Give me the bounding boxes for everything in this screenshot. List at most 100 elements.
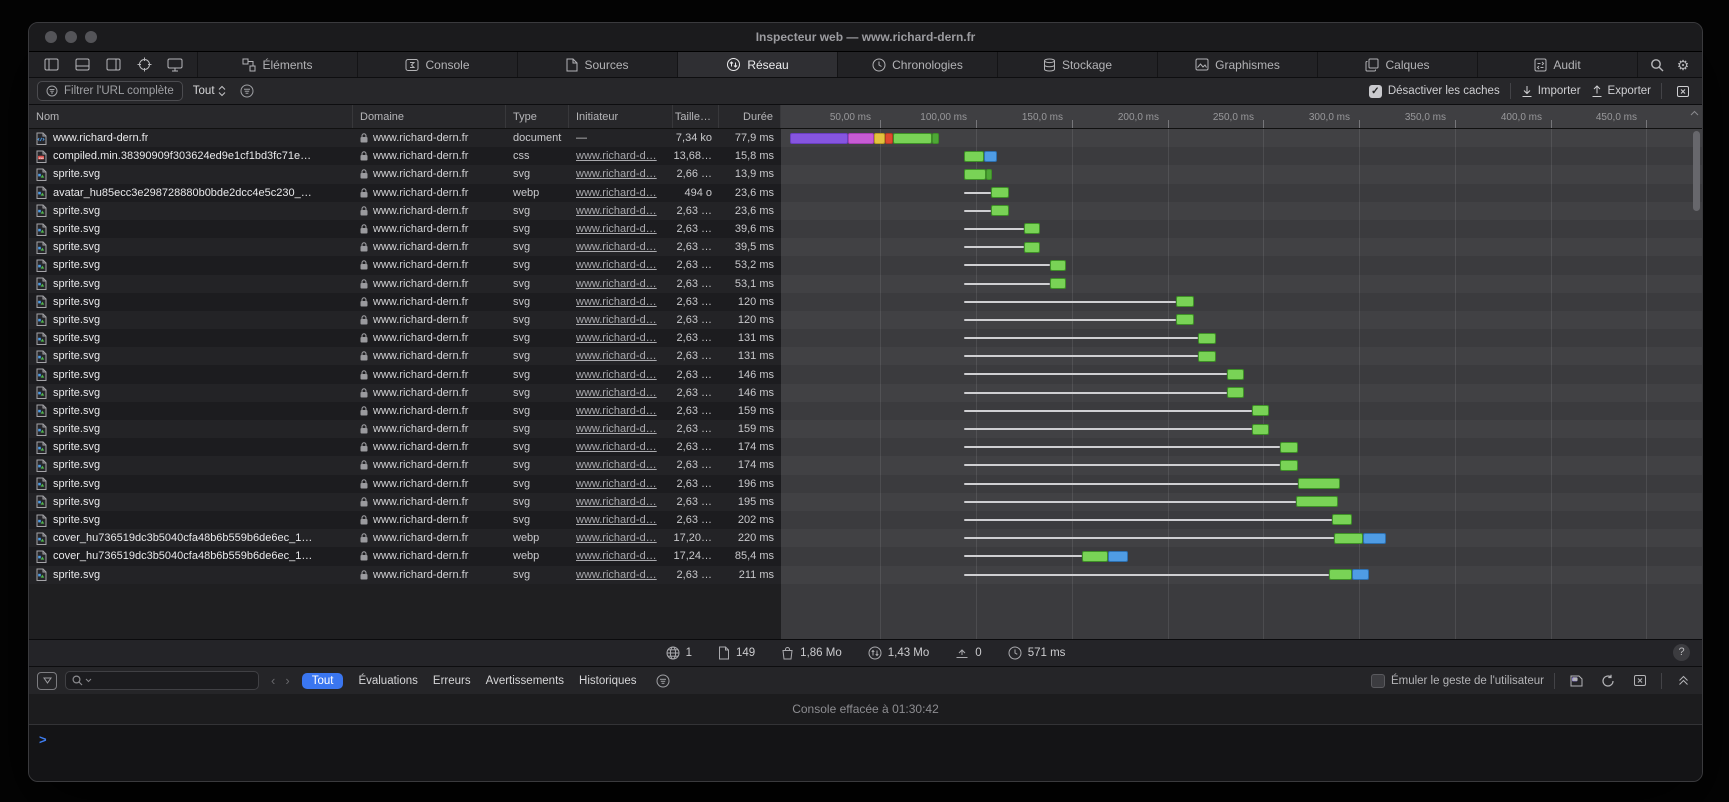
expand-console-icon[interactable]	[1672, 671, 1694, 691]
export-button[interactable]: Exporter	[1591, 85, 1651, 98]
table-row[interactable]: avatar_hu85ecc3e298728880b0bde2dcc4e5c23…	[29, 184, 1702, 202]
column-header-size[interactable]: Taille…	[673, 105, 719, 128]
clear-network-items-icon[interactable]	[1672, 81, 1694, 101]
table-row[interactable]: sprite.svgwww.richard-dern.frsvgwww.rich…	[29, 256, 1702, 274]
initiator-link[interactable]: www.richard-d…	[576, 478, 657, 490]
table-row[interactable]: sprite.svgwww.richard-dern.frsvgwww.rich…	[29, 275, 1702, 293]
table-row[interactable]: sprite.svgwww.richard-dern.frsvgwww.rich…	[29, 347, 1702, 365]
table-row[interactable]: cover_hu736519dc3b5040cfa48b6b559b6de6ec…	[29, 547, 1702, 565]
column-header-initiator[interactable]: Initiateur	[569, 105, 673, 128]
tab-layers[interactable]: Calques	[1317, 52, 1477, 77]
table-row[interactable]: sprite.svgwww.richard-dern.frsvgwww.rich…	[29, 293, 1702, 311]
console-tab-errors[interactable]: Erreurs	[433, 675, 471, 687]
initiator-link[interactable]: www.richard-d…	[576, 314, 657, 326]
dock-bottom-icon[interactable]	[71, 55, 93, 75]
import-button[interactable]: Importer	[1521, 85, 1581, 98]
console-search-input[interactable]	[65, 671, 259, 690]
minimize-window-button[interactable]	[65, 31, 77, 43]
initiator-link[interactable]: www.richard-d…	[576, 532, 657, 544]
tab-elements[interactable]: Éléments	[197, 52, 357, 77]
initiator-link[interactable]: www.richard-d…	[576, 550, 657, 562]
device-display-icon[interactable]	[164, 55, 186, 75]
resource-type-dropdown[interactable]: Tout	[193, 85, 226, 97]
console-filter-options-icon[interactable]	[652, 671, 674, 691]
column-header-name[interactable]: Nom	[29, 105, 353, 128]
table-row[interactable]: sprite.svgwww.richard-dern.frsvgwww.rich…	[29, 384, 1702, 402]
table-row[interactable]: cover_hu736519dc3b5040cfa48b6b559b6de6ec…	[29, 529, 1702, 547]
console-tab-all[interactable]: Tout	[302, 673, 344, 689]
table-row[interactable]: sprite.svgwww.richard-dern.frsvgwww.rich…	[29, 493, 1702, 511]
table-row[interactable]: sprite.svgwww.richard-dern.frsvgwww.rich…	[29, 202, 1702, 220]
clear-console-icon[interactable]	[1629, 671, 1651, 691]
tab-timelines[interactable]: Chronologies	[837, 52, 997, 77]
tab-graphics[interactable]: Graphismes	[1157, 52, 1317, 77]
table-row[interactable]: sprite.svgwww.richard-dern.frsvgwww.rich…	[29, 511, 1702, 529]
initiator-link[interactable]: www.richard-d…	[576, 423, 657, 435]
table-row[interactable]: csscompiled.min.38390909f303624ed9e1cf1b…	[29, 147, 1702, 165]
console-tab-warnings[interactable]: Avertissements	[486, 675, 564, 687]
help-button[interactable]: ?	[1673, 644, 1690, 661]
refresh-icon[interactable]	[1597, 671, 1619, 691]
table-row[interactable]: sprite.svgwww.richard-dern.frsvgwww.rich…	[29, 456, 1702, 474]
run-javascript-icon[interactable]: JS	[1565, 671, 1587, 691]
filter-options-icon[interactable]	[236, 81, 258, 101]
console-tab-evaluations[interactable]: Évaluations	[358, 675, 417, 687]
table-row[interactable]: sprite.svgwww.richard-dern.frsvgwww.rich…	[29, 365, 1702, 383]
table-row[interactable]: sprite.svgwww.richard-dern.frsvgwww.rich…	[29, 329, 1702, 347]
table-row[interactable]: sprite.svgwww.richard-dern.frsvgwww.rich…	[29, 165, 1702, 183]
previous-result-icon[interactable]: ‹	[271, 673, 275, 688]
disable-caches-checkbox[interactable]: ✓ Désactiver les caches	[1369, 85, 1500, 98]
console-input-area[interactable]: >	[29, 725, 1702, 781]
initiator-link[interactable]: www.richard-d…	[576, 332, 657, 344]
initiator-link[interactable]: www.richard-d…	[576, 241, 657, 253]
initiator-link[interactable]: www.richard-d…	[576, 296, 657, 308]
tab-console[interactable]: Console	[357, 52, 517, 77]
table-row[interactable]: sprite.svgwww.richard-dern.frsvgwww.rich…	[29, 311, 1702, 329]
search-icon[interactable]	[1646, 55, 1668, 75]
table-row[interactable]: sprite.svgwww.richard-dern.frsvgwww.rich…	[29, 438, 1702, 456]
vertical-scrollbar-thumb[interactable]	[1693, 131, 1700, 211]
initiator-link[interactable]: www.richard-d…	[576, 369, 657, 381]
tab-storage[interactable]: Stockage	[997, 52, 1157, 77]
url-filter-input[interactable]: Filtrer l'URL complète	[37, 81, 183, 101]
settings-gear-icon[interactable]: ⚙	[1672, 55, 1694, 75]
initiator-link[interactable]: www.richard-d…	[576, 514, 657, 526]
initiator-link[interactable]: www.richard-d…	[576, 259, 657, 271]
table-row[interactable]: sprite.svgwww.richard-dern.frsvgwww.rich…	[29, 220, 1702, 238]
table-row[interactable]: sprite.svgwww.richard-dern.frsvgwww.rich…	[29, 566, 1702, 584]
tab-sources[interactable]: Sources	[517, 52, 677, 77]
initiator-link[interactable]: www.richard-d…	[576, 205, 657, 217]
initiator-link[interactable]: www.richard-d…	[576, 405, 657, 417]
emulate-user-gesture-checkbox[interactable]: Émuler le geste de l'utilisateur	[1371, 674, 1544, 688]
initiator-link[interactable]: www.richard-d…	[576, 350, 657, 362]
element-picker-icon[interactable]	[133, 55, 155, 75]
initiator-link[interactable]: www.richard-d…	[576, 150, 657, 162]
initiator-link[interactable]: www.richard-d…	[576, 459, 657, 471]
initiator-link[interactable]: www.richard-d…	[576, 569, 657, 581]
dock-side-icon[interactable]	[40, 55, 62, 75]
zoom-window-button[interactable]	[85, 31, 97, 43]
table-row[interactable]: sprite.svgwww.richard-dern.frsvgwww.rich…	[29, 238, 1702, 256]
initiator-link[interactable]: www.richard-d…	[576, 441, 657, 453]
column-header-domain[interactable]: Domaine	[353, 105, 506, 128]
table-row[interactable]: sprite.svgwww.richard-dern.frsvgwww.rich…	[29, 420, 1702, 438]
close-window-button[interactable]	[45, 31, 57, 43]
tab-network[interactable]: Réseau	[677, 52, 837, 77]
next-result-icon[interactable]: ›	[285, 673, 289, 688]
initiator-link[interactable]: www.richard-d…	[576, 187, 657, 199]
table-row[interactable]: sprite.svgwww.richard-dern.frsvgwww.rich…	[29, 475, 1702, 493]
table-row[interactable]: www.richard-dern.frwww.richard-dern.frdo…	[29, 129, 1702, 147]
initiator-link[interactable]: www.richard-d…	[576, 168, 657, 180]
table-row[interactable]: sprite.svgwww.richard-dern.frsvgwww.rich…	[29, 402, 1702, 420]
initiator-link[interactable]: www.richard-d…	[576, 223, 657, 235]
console-scope-icon[interactable]	[37, 672, 57, 690]
initiator-link[interactable]: www.richard-d…	[576, 496, 657, 508]
tab-audit[interactable]: Audit	[1477, 52, 1637, 77]
initiator-link[interactable]: www.richard-d…	[576, 387, 657, 399]
console-tab-logs[interactable]: Historiques	[579, 675, 637, 687]
scroll-up-icon[interactable]	[1690, 110, 1699, 116]
initiator-link[interactable]: www.richard-d…	[576, 278, 657, 290]
column-header-duration[interactable]: Durée	[719, 105, 781, 128]
dock-right-icon[interactable]	[102, 55, 124, 75]
column-header-type[interactable]: Type	[506, 105, 569, 128]
